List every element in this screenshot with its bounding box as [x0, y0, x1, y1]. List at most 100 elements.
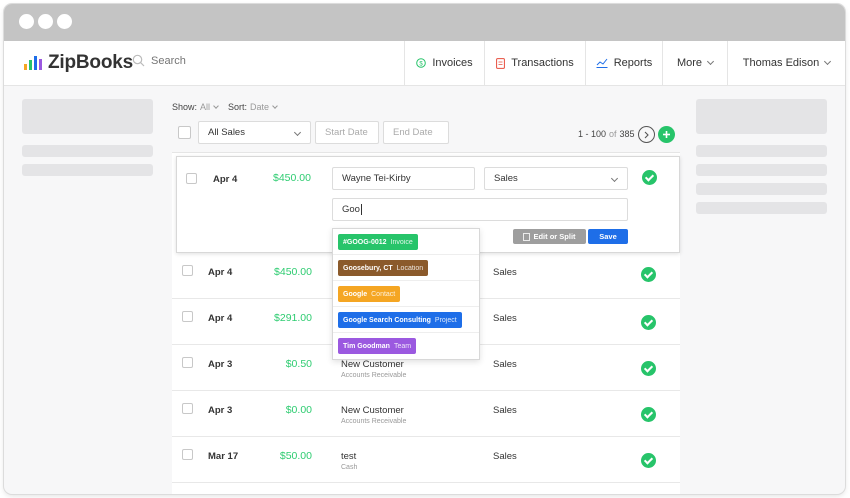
chevron-down-icon — [293, 128, 302, 137]
right-panel-placeholder — [696, 164, 827, 176]
row-checkbox[interactable] — [182, 265, 193, 276]
row-account: Cash — [341, 464, 358, 471]
suggestion-tag: #GOOG-0012 Invoice — [338, 234, 418, 250]
checkmark-icon — [641, 407, 656, 422]
suggestion-tag: Tim Goodman Team — [338, 338, 417, 354]
row-category: Sales — [493, 267, 517, 278]
start-date-input[interactable]: Start Date — [315, 121, 379, 144]
window-titlebar — [4, 4, 845, 41]
search-icon — [132, 54, 145, 67]
nav-more[interactable]: More — [662, 41, 727, 85]
suggestion-label: #GOOG-0012 — [343, 238, 387, 246]
payee-value: Wayne Tei-Kirby — [342, 173, 411, 184]
suggestion-item[interactable]: Tim Goodman Team — [333, 333, 479, 359]
search-box[interactable] — [132, 54, 241, 67]
row-amount: $291.00 — [274, 312, 312, 324]
checkmark-icon — [641, 267, 656, 282]
nav-transactions[interactable]: Transactions — [484, 41, 585, 85]
row-amount: $450.00 — [274, 266, 312, 278]
logo-bars-icon — [24, 56, 42, 70]
account-select-value: All Sales — [208, 127, 245, 138]
edit-split-button[interactable]: Edit or Split — [513, 229, 586, 244]
row-name: New Customer — [341, 405, 404, 416]
table-row[interactable]: Mar 17 $50.00 test Cash Sales — [172, 437, 680, 483]
document-icon — [523, 232, 531, 241]
end-date-input[interactable]: End Date — [383, 121, 449, 144]
suggestion-label: Google — [343, 290, 368, 298]
table-row[interactable]: Apr 3 $0.00 New Customer Accounts Receiv… — [172, 391, 680, 437]
suggestion-type: Team — [393, 342, 412, 350]
page-total: 385 — [619, 129, 635, 139]
right-panel-placeholder — [696, 183, 827, 195]
left-panel-placeholder — [22, 145, 153, 157]
row-name: New Customer — [341, 359, 404, 370]
nav-more-label: More — [676, 57, 703, 69]
show-filter[interactable]: All — [200, 102, 210, 112]
sort-label: Sort: — [228, 102, 248, 112]
add-transaction-button[interactable] — [658, 126, 675, 143]
zipbooks-logo[interactable]: ZipBooks — [24, 52, 133, 74]
page-range: 1 - 100 — [578, 129, 607, 139]
row-checkbox[interactable] — [182, 403, 193, 414]
row-checkbox[interactable] — [182, 449, 193, 460]
search-input[interactable] — [151, 54, 241, 67]
select-all-checkbox[interactable] — [178, 126, 191, 139]
nav-reports[interactable]: Reports — [585, 41, 662, 85]
receipt-icon — [496, 57, 506, 69]
user-name: Thomas Edison — [742, 57, 820, 69]
pagination-info: 1 - 100 of 385 — [578, 129, 635, 139]
start-date-placeholder: Start Date — [325, 127, 368, 138]
suggestion-label: Goosebury, CT — [343, 264, 393, 272]
suggestion-type: Contact — [371, 290, 396, 298]
suggestion-label: Google Search Consulting — [343, 316, 431, 324]
next-page-button[interactable] — [638, 126, 655, 143]
chevron-down-icon — [824, 57, 832, 66]
chevron-down-icon — [706, 57, 715, 66]
suggestion-item[interactable]: Goosebury, CT Location — [333, 255, 479, 281]
suggestion-type: Invoice — [390, 238, 413, 246]
chevron-down-icon — [213, 102, 219, 109]
row-date: Apr 4 — [213, 174, 238, 185]
row-amount: $50.00 — [279, 450, 312, 462]
window-close-dot[interactable] — [19, 14, 34, 29]
end-date-placeholder: End Date — [393, 127, 433, 138]
suggestion-tag: Google Contact — [338, 286, 401, 302]
row-checkbox[interactable] — [182, 311, 193, 322]
row-date: Apr 3 — [208, 359, 233, 370]
account-select[interactable]: All Sales — [198, 121, 311, 144]
save-button[interactable]: Save — [588, 229, 628, 244]
row-category: Sales — [493, 313, 517, 324]
suggestion-item[interactable]: #GOOG-0012 Invoice — [333, 229, 479, 255]
checkmark-icon — [641, 453, 656, 468]
chevron-down-icon — [610, 174, 619, 183]
user-menu[interactable]: Thomas Edison — [727, 41, 845, 85]
row-name: test — [341, 451, 357, 462]
row-checkbox[interactable] — [182, 357, 193, 368]
suggestion-item[interactable]: Google Search Consulting Project — [333, 307, 479, 333]
row-checkbox[interactable] — [186, 173, 197, 184]
payee-input[interactable]: Wayne Tei-Kirby — [332, 167, 475, 190]
nav-transactions-label: Transactions — [511, 57, 574, 69]
chart-icon — [596, 58, 608, 68]
memo-value: Goo — [342, 204, 360, 215]
window-maximize-dot[interactable] — [57, 14, 72, 29]
save-label: Save — [599, 232, 617, 241]
window-minimize-dot[interactable] — [38, 14, 53, 29]
suggestion-item[interactable]: Google Contact — [333, 281, 479, 307]
filter-bar: Show: All Sort: Date — [172, 102, 278, 112]
page-of: of — [609, 129, 617, 139]
row-account: Accounts Receivable — [341, 372, 407, 379]
row-date: Apr 4 — [208, 267, 233, 278]
memo-input[interactable]: Goo — [332, 198, 628, 221]
sort-filter[interactable]: Date — [250, 102, 269, 112]
category-value: Sales — [494, 173, 518, 184]
edit-split-label: Edit or Split — [533, 232, 576, 241]
autocomplete-dropdown: #GOOG-0012 Invoice Goosebury, CT Locatio… — [332, 228, 480, 360]
nav-invoices[interactable]: $ Invoices — [404, 41, 484, 85]
row-date: Apr 4 — [208, 313, 233, 324]
left-panel-placeholder — [22, 99, 153, 134]
row-category: Sales — [493, 451, 517, 462]
text-cursor — [360, 204, 362, 215]
chevron-right-icon — [644, 131, 649, 138]
category-select[interactable]: Sales — [484, 167, 628, 190]
